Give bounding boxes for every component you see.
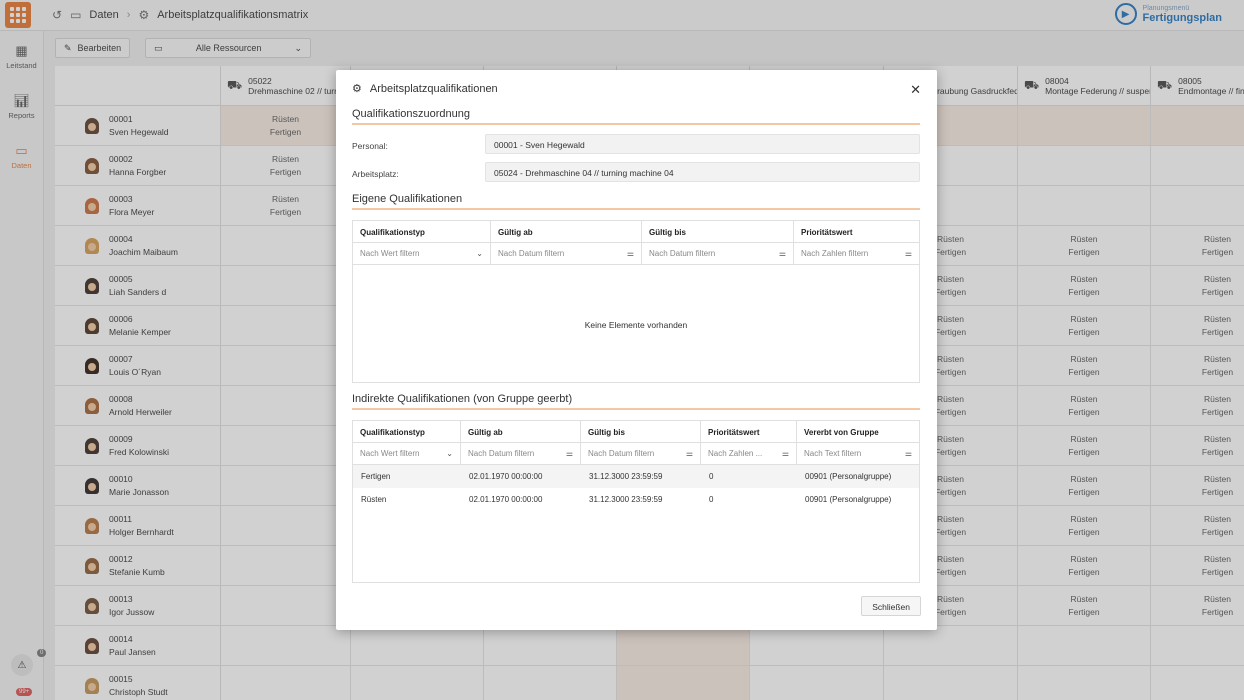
chevron-down-icon: ⌄ — [476, 249, 483, 258]
filter-type[interactable]: Nach Wert filtern ⌄ — [353, 243, 491, 264]
filter-type[interactable]: Nach Wert filtern ⌄ — [353, 443, 461, 464]
filter-settings-icon[interactable]: ⚌ — [905, 449, 912, 458]
cell-priority: 0 — [709, 495, 714, 504]
col-header-valid-to[interactable]: Gültig bis — [581, 421, 701, 442]
section-assignment-title: Qualifikationszuordnung — [352, 108, 920, 125]
filter-settings-icon[interactable]: ⚌ — [566, 449, 573, 458]
cell-priority: 0 — [709, 472, 714, 481]
col-header-valid-to[interactable]: Gültig bis — [642, 221, 794, 242]
filter-placeholder: Nach Text filtern — [804, 449, 862, 458]
filter-group[interactable]: Nach Text filtern ⚌ — [797, 443, 919, 464]
col-header-priority[interactable]: Prioritätswert — [794, 221, 919, 242]
arbeitsplatz-field: 05024 - Drehmaschine 04 // turning machi… — [485, 162, 920, 182]
filter-settings-icon[interactable]: ⚌ — [782, 449, 789, 458]
filter-placeholder: Nach Datum filtern — [649, 249, 716, 258]
table-header-row: Qualifikationstyp Gültig ab Gültig bis P… — [353, 421, 919, 443]
qualification-dialog: ⚙ Arbeitsplatzqualifikationen ✕ Qualifika… — [336, 70, 937, 630]
filter-settings-icon[interactable]: ⚌ — [905, 249, 912, 258]
table-filter-row: Nach Wert filtern ⌄ Nach Datum filtern ⚌ N… — [353, 443, 919, 465]
filter-valid-from[interactable]: Nach Datum filtern ⚌ — [491, 243, 642, 264]
section-own-title: Eigene Qualifikationen — [352, 193, 920, 210]
filter-placeholder: Nach Datum filtern — [498, 249, 565, 258]
cell-type: Fertigen — [361, 472, 391, 481]
gear-icon: ⚙ — [352, 83, 362, 95]
filter-placeholder: Nach Datum filtern — [588, 449, 655, 458]
chevron-down-icon: ⌄ — [446, 449, 453, 458]
dialog-title-text: Arbeitsplatzqualifikationen — [369, 82, 498, 95]
cell-valid-from: 02.01.1970 00:00:00 — [469, 495, 543, 504]
filter-placeholder: Nach Wert filtern — [360, 449, 420, 458]
own-qualifications-table: Qualifikationstyp Gültig ab Gültig bis P… — [352, 220, 920, 383]
filter-settings-icon[interactable]: ⚌ — [779, 249, 786, 258]
filter-placeholder: Nach Datum filtern — [468, 449, 535, 458]
cell-type: Rüsten — [361, 495, 387, 504]
col-header-type[interactable]: Qualifikationstyp — [353, 221, 491, 242]
indirect-qualifications-table: Qualifikationstyp Gültig ab Gültig bis P… — [352, 420, 920, 583]
empty-message: Keine Elemente vorhanden — [584, 320, 688, 330]
filter-valid-to[interactable]: Nach Datum filtern ⚌ — [642, 243, 794, 264]
col-header-valid-from[interactable]: Gültig ab — [461, 421, 581, 442]
personal-label: Personal: — [352, 141, 388, 151]
filter-priority[interactable]: Nach Zahlen ... ⚌ — [701, 443, 797, 464]
table-row[interactable]: Fertigen 02.01.1970 00:00:00 31.12.3000 … — [353, 465, 919, 488]
arbeitsplatz-label: Arbeitsplatz: — [352, 169, 399, 179]
cell-group: 00901 (Personalgruppe) — [805, 472, 892, 481]
cell-group: 00901 (Personalgruppe) — [805, 495, 892, 504]
close-icon[interactable]: ✕ — [910, 82, 921, 98]
filter-settings-icon[interactable]: ⚌ — [686, 449, 693, 458]
table-filter-row: Nach Wert filtern ⌄ Nach Datum filtern ⚌ N… — [353, 243, 919, 265]
dialog-title: ⚙ Arbeitsplatzqualifikationen — [352, 82, 498, 96]
cell-valid-to: 31.12.3000 23:59:59 — [589, 472, 663, 481]
cell-valid-from: 02.01.1970 00:00:00 — [469, 472, 543, 481]
filter-settings-icon[interactable]: ⚌ — [627, 249, 634, 258]
close-button[interactable]: Schließen — [861, 596, 921, 616]
personal-field: 00001 - Sven Hegewald — [485, 134, 920, 154]
table-header-row: Qualifikationstyp Gültig ab Gültig bis P… — [353, 221, 919, 243]
col-header-priority[interactable]: Prioritätswert — [701, 421, 797, 442]
section-indirect-title: Indirekte Qualifikationen (von Gruppe ge… — [352, 393, 920, 410]
filter-placeholder: Nach Wert filtern — [360, 249, 420, 258]
col-header-type[interactable]: Qualifikationstyp — [353, 421, 461, 442]
col-header-group[interactable]: Vererbt von Gruppe — [797, 421, 919, 442]
filter-placeholder: Nach Zahlen filtern — [801, 249, 869, 258]
table-row[interactable]: Rüsten 02.01.1970 00:00:00 31.12.3000 23… — [353, 488, 919, 511]
col-header-valid-from[interactable]: Gültig ab — [491, 221, 642, 242]
cell-valid-to: 31.12.3000 23:59:59 — [589, 495, 663, 504]
filter-valid-to[interactable]: Nach Datum filtern ⚌ — [581, 443, 701, 464]
filter-placeholder: Nach Zahlen ... — [708, 449, 763, 458]
filter-priority[interactable]: Nach Zahlen filtern ⚌ — [794, 243, 919, 264]
filter-valid-from[interactable]: Nach Datum filtern ⚌ — [461, 443, 581, 464]
